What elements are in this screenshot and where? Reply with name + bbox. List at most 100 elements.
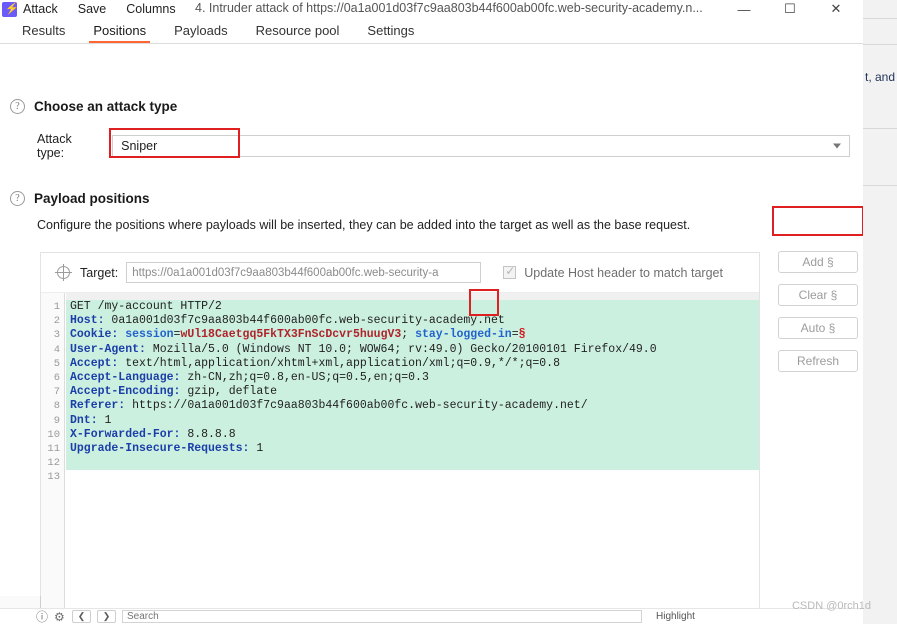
line-number: 6 — [53, 371, 60, 384]
attack-type-label: Attack type: — [37, 132, 72, 160]
title-bar: Attack Save Columns 4. Intruder attack o… — [0, 0, 863, 18]
code-line[interactable]: X-Forwarded-For: 8.8.8.8 — [66, 427, 759, 442]
background-window-text: t, and — [865, 70, 896, 84]
chevron-right-icon[interactable]: ❯ — [97, 610, 116, 623]
code-token: Referer: — [70, 399, 126, 413]
tab-settings[interactable]: Settings — [353, 23, 428, 43]
menu-item-save[interactable]: Save — [78, 2, 107, 16]
code-token: zh-CN,zh;q=0.8,en-US;q=0.5,en;q=0.3 — [180, 370, 429, 384]
code-token: = — [511, 328, 519, 342]
payload-marker: § — [518, 328, 526, 342]
payload-positions-heading: ? Payload positions — [10, 191, 855, 206]
burp-intruder-window: Attack Save Columns 4. Intruder attack o… — [0, 0, 863, 624]
code-line[interactable]: Referer: https://0a1a001d03f7c9aa803b44f… — [66, 399, 759, 414]
line-number: 11 — [47, 442, 60, 455]
line-number: 9 — [53, 414, 60, 427]
code-token: 0a1a001d03f7c9aa803b44f600ab00fc.web-sec… — [104, 314, 505, 328]
position-buttons: Add § Clear § Auto § Refresh — [778, 251, 860, 383]
crosshair-icon[interactable] — [55, 264, 72, 281]
code-token: Upgrade-Insecure-Requests: — [70, 441, 250, 455]
maximize-icon[interactable]: ☐ — [767, 0, 813, 18]
line-number: 2 — [53, 315, 60, 328]
line-number: 4 — [53, 343, 60, 356]
code-line[interactable]: Accept-Language: zh-CN,zh;q=0.8,en-US;q=… — [66, 370, 759, 386]
code-line[interactable]: User-Agent: Mozilla/5.0 (Windows NT 10.0… — [66, 342, 759, 357]
code-line[interactable]: Host: 0a1a001d03f7c9aa803b44f600ab00fc.w… — [66, 314, 759, 329]
update-host-header-label: Update Host header to match target — [524, 265, 723, 280]
line-number: 10 — [47, 428, 60, 441]
refresh-button[interactable]: Refresh — [778, 350, 858, 372]
editor-code-area[interactable]: GET /my-account HTTP/2 Host: 0a1a001d03f7… — [66, 293, 759, 624]
code-token: Cookie: — [70, 328, 119, 342]
attack-type-value: Sniper — [121, 139, 158, 153]
line-number: 8 — [53, 400, 60, 413]
editor-bottom-bar: ⓘ ⚙ ❮ ❯ Highlight — [0, 608, 863, 624]
code-token: wUl18Caetgq5FkTX3FnScDcvr5huugV3 — [180, 328, 402, 342]
positions-panel: ? Choose an attack type Attack type: Sni… — [0, 44, 863, 624]
tab-resource-pool[interactable]: Resource pool — [242, 23, 354, 43]
code-token: https://0a1a001d03f7c9aa803b44f600ab00fc… — [125, 399, 588, 413]
line-number: 3 — [53, 329, 60, 342]
menu-item-columns[interactable]: Columns — [126, 2, 175, 16]
highlight-label: Highlight — [656, 611, 695, 622]
code-token: Accept: — [70, 356, 119, 370]
request-editor[interactable]: 1 2 3 4 5 6 7 8 9 10 11 12 13 GET /my-account HTTP/2… — [41, 293, 759, 624]
menu-item-attack[interactable]: Attack — [23, 2, 58, 16]
payload-positions-section: ? Payload positions Configure the positi… — [10, 191, 855, 232]
code-token: ; — [401, 328, 416, 342]
line-number: 12 — [47, 457, 60, 470]
background-window[interactable]: t, and — [862, 0, 897, 624]
watermark: CSDN @0rch1d — [791, 600, 871, 612]
code-token: 1 — [249, 441, 264, 455]
burp-suite-logo-icon — [2, 1, 19, 17]
tab-payloads[interactable]: Payloads — [160, 23, 241, 43]
question-circle-icon[interactable]: ⓘ — [36, 611, 48, 623]
add-button[interactable]: Add § — [778, 251, 858, 273]
tab-results[interactable]: Results — [8, 23, 79, 43]
question-mark-icon[interactable]: ? — [10, 99, 25, 114]
editor-line-number-gutter: 1 2 3 4 5 6 7 8 9 10 11 12 13 — [41, 293, 65, 624]
request-panel: Target: Update Host header to match targ… — [40, 252, 760, 624]
code-line[interactable]: Cookie: session = wUl18Caetgq5FkTX3FnScDcv… — [66, 328, 759, 343]
code-line[interactable]: Dnt: 1 — [66, 413, 759, 428]
attack-type-heading: ? Choose an attack type — [10, 99, 850, 114]
code-token: Accept-Encoding: — [70, 385, 181, 399]
code-token: X-Forwarded-For: — [70, 427, 181, 441]
code-token: Host: — [70, 314, 105, 328]
clear-button[interactable]: Clear § — [778, 284, 858, 306]
code-line[interactable] — [66, 456, 759, 471]
target-input[interactable] — [126, 262, 482, 283]
payload-positions-title: Payload positions — [34, 191, 150, 206]
line-number: 5 — [53, 357, 60, 370]
code-token: GET /my-account HTTP/2 — [70, 300, 222, 313]
window-controls: — ☐ ✕ — [721, 0, 859, 18]
update-host-header-checkbox[interactable] — [503, 264, 517, 279]
line-number: 13 — [47, 471, 60, 484]
code-token: 8.8.8.8 — [180, 427, 236, 441]
code-line[interactable]: GET /my-account HTTP/2 — [66, 300, 759, 315]
gear-icon[interactable]: ⚙ — [54, 611, 66, 623]
code-token: gzip, deflate — [180, 385, 278, 399]
minimize-icon[interactable]: — — [721, 0, 767, 18]
search-input[interactable] — [122, 610, 642, 623]
code-token: User-Agent: — [70, 342, 146, 356]
code-token: Accept-Language: — [70, 370, 181, 384]
code-line[interactable]: Upgrade-Insecure-Requests: 1 — [66, 441, 759, 457]
close-icon[interactable]: ✕ — [813, 0, 859, 18]
line-number: 7 — [53, 386, 60, 399]
attack-type-row: Attack type: Sniper — [37, 132, 850, 160]
attack-type-select[interactable]: Sniper — [112, 135, 850, 157]
attack-type-section: ? Choose an attack type Attack type: Sni… — [10, 99, 850, 160]
code-line[interactable]: Accept-Encoding: gzip, deflate — [66, 385, 759, 400]
tab-positions[interactable]: Positions — [79, 23, 160, 43]
code-line[interactable] — [66, 470, 759, 484]
chevron-left-icon[interactable]: ❮ — [72, 610, 91, 623]
update-host-header-checkbox-wrap[interactable]: Update Host header to match target — [503, 264, 723, 280]
question-mark-icon[interactable]: ? — [10, 191, 25, 206]
target-row: Target: Update Host header to match targ… — [41, 253, 759, 293]
chevron-down-icon[interactable] — [833, 143, 841, 149]
auto-button[interactable]: Auto § — [778, 317, 858, 339]
code-token: session — [125, 328, 174, 342]
code-line[interactable]: Accept: text/html,application/xhtml+xml,… — [66, 356, 759, 371]
attack-type-title: Choose an attack type — [34, 99, 178, 114]
